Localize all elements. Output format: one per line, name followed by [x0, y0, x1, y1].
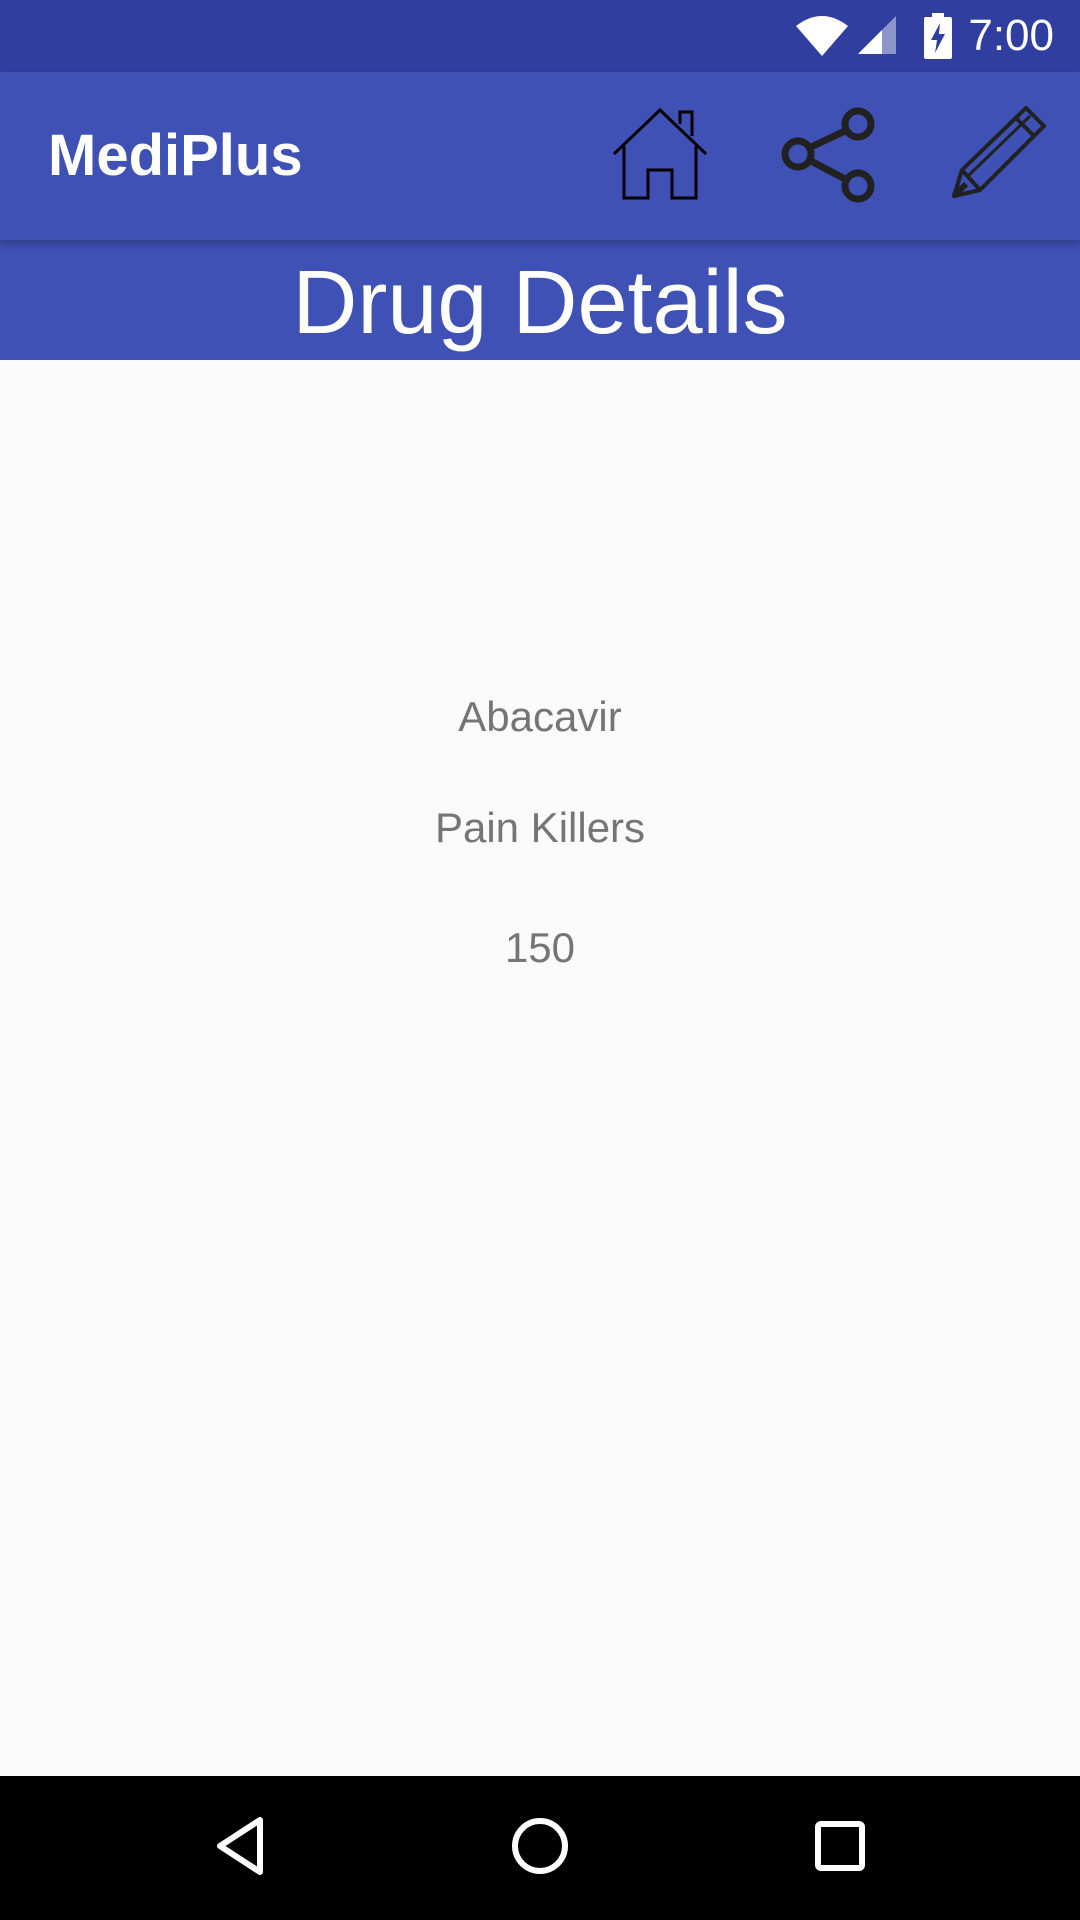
battery-charging-icon	[918, 0, 958, 72]
share-button[interactable]	[772, 100, 884, 212]
drug-category: Pain Killers	[434, 804, 646, 851]
page-title: Drug Details	[292, 253, 788, 353]
drug-name: Abacavir	[458, 693, 622, 740]
home-circle-icon	[508, 1814, 572, 1883]
header-band: Drug Details	[0, 240, 1080, 360]
nav-home-button[interactable]	[490, 1798, 590, 1898]
back-icon	[210, 1814, 270, 1883]
home-button[interactable]	[604, 100, 716, 212]
status-bar: 7:00	[0, 0, 1080, 72]
recents-square-icon	[810, 1816, 870, 1881]
wifi-icon	[792, 0, 852, 72]
edit-button[interactable]	[940, 100, 1052, 212]
cell-signal-icon	[852, 0, 902, 72]
nav-recents-button[interactable]	[790, 1798, 890, 1898]
app-title: MediPlus	[48, 123, 303, 188]
navigation-bar	[0, 1776, 1080, 1920]
pencil-icon	[946, 104, 1046, 209]
status-time: 7:00	[968, 11, 1054, 60]
drug-price: 150	[504, 924, 576, 971]
screen: 7:00 MediPlus Drug Details Abacavir Pain…	[0, 0, 1080, 1920]
share-icon	[778, 104, 878, 209]
nav-back-button[interactable]	[190, 1798, 290, 1898]
app-bar: MediPlus	[0, 72, 1080, 240]
home-icon	[610, 104, 710, 209]
